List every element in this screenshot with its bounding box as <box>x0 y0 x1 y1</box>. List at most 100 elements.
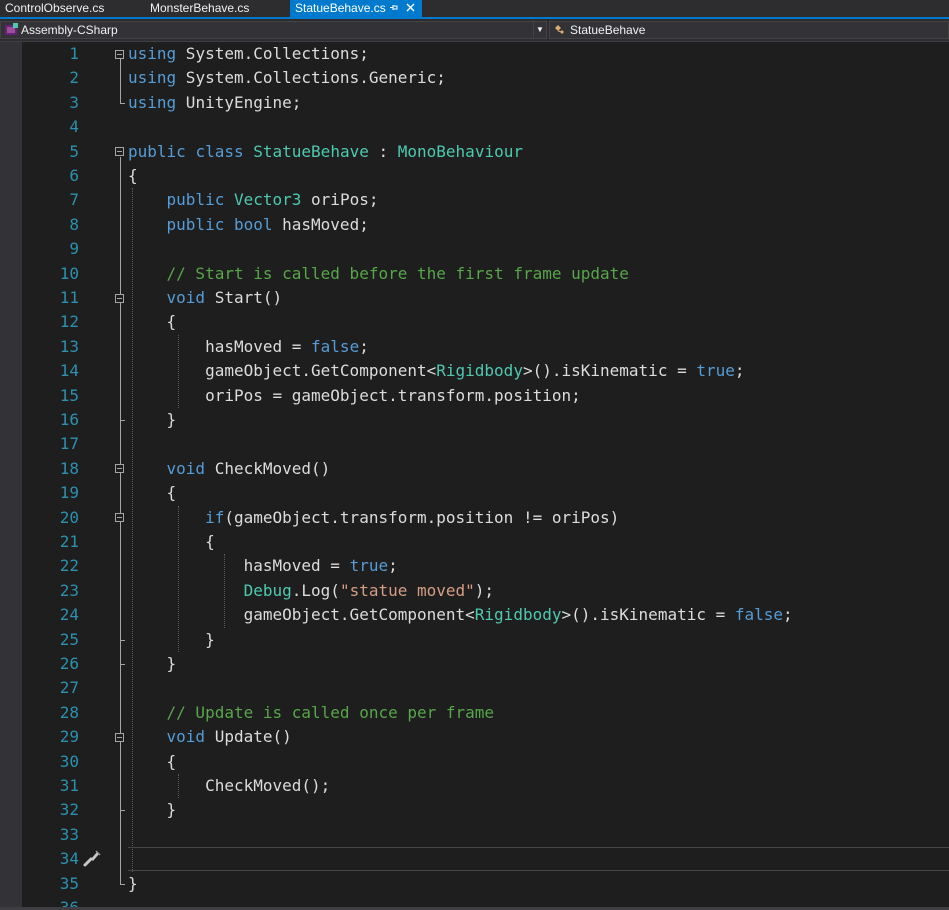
indent-guide <box>178 774 179 799</box>
code-line[interactable]: 18 void CheckMoved() <box>0 457 949 481</box>
code-text: } <box>128 408 177 432</box>
code-token: ; <box>783 605 793 625</box>
code-line[interactable]: 17 <box>0 432 949 456</box>
line-number: 16 <box>59 410 79 429</box>
code-line[interactable]: 11 void Start() <box>0 286 949 310</box>
code-line[interactable]: 35} <box>0 872 949 896</box>
code-token: CheckMoved() <box>205 458 331 478</box>
line-number: 35 <box>59 873 79 893</box>
outline-if-end <box>120 639 125 641</box>
code-line[interactable]: 27 <box>0 676 949 700</box>
code-token: class <box>195 141 244 161</box>
code-text: // Start is called before the first fram… <box>128 262 629 286</box>
collapse-usings-icon[interactable] <box>115 49 124 59</box>
line-number: 32 <box>59 800 79 820</box>
code-line[interactable]: 19 { <box>0 481 949 505</box>
code-token: } <box>128 873 138 893</box>
line-number: 9 <box>69 239 79 259</box>
code-line[interactable]: 21 { <box>0 530 949 554</box>
line-number: 21 <box>59 532 79 551</box>
project-dropdown[interactable]: Assembly-CSharp ▼ <box>0 21 547 39</box>
line-number: 10 <box>59 263 79 283</box>
collapse-checkmoved-icon[interactable] <box>115 464 124 474</box>
code-editor[interactable]: 1 using System.Collections; 2 using System.… <box>0 42 949 910</box>
code-line[interactable]: 15 oriPos = gameObject.transform.positio… <box>0 384 949 408</box>
code-token: { <box>128 532 215 551</box>
code-token: Start() <box>205 288 283 307</box>
code-line[interactable]: 29 void Update() <box>0 725 949 749</box>
navigation-bar: Assembly-CSharp ▼ StatueBehave <box>0 19 949 42</box>
line-number: 17 <box>59 434 79 454</box>
code-line[interactable]: 6{ <box>0 164 949 188</box>
line-number: 22 <box>59 556 79 576</box>
code-line[interactable]: 7 public Vector3 oriPos; <box>0 188 949 212</box>
outline-if <box>120 522 121 640</box>
code-line[interactable]: 33 <box>0 823 949 847</box>
chevron-down-icon[interactable]: ▼ <box>533 22 546 38</box>
line-number: 18 <box>59 458 79 478</box>
code-line[interactable]: 3 using UnityEngine; <box>0 91 949 115</box>
code-token: // Update is called once per frame <box>166 702 495 722</box>
code-token: (gameObject.transform.position != oriPos… <box>224 507 620 527</box>
code-line[interactable]: 32 } <box>0 798 949 822</box>
line-number: 7 <box>69 190 79 210</box>
code-line[interactable]: 20 if(gameObject.transform.position != o… <box>0 506 949 530</box>
code-line[interactable]: 30 { <box>0 750 949 774</box>
code-token: oriPos; <box>301 190 379 210</box>
code-line[interactable]: 13 hasMoved = false; <box>0 335 949 359</box>
collapse-if-icon[interactable] <box>115 513 124 523</box>
code-line[interactable]: 5 public class StatueBehave : MonoBehavio… <box>0 140 949 164</box>
outline-start-end <box>120 420 125 421</box>
code-token: oriPos = gameObject.transform.position; <box>128 385 581 405</box>
code-line[interactable]: 12 { <box>0 310 949 334</box>
code-token: : <box>368 141 398 161</box>
code-line[interactable]: 10 // Start is called before the first f… <box>0 262 949 286</box>
collapse-update-icon[interactable] <box>115 732 124 742</box>
class-icon <box>553 23 567 37</box>
code-token: } <box>128 410 177 429</box>
code-line[interactable]: 25 } <box>0 628 949 652</box>
code-token: Update() <box>205 727 292 747</box>
code-token: MonoBehaviour <box>397 141 523 161</box>
code-line[interactable]: 31 CheckMoved(); <box>0 774 949 798</box>
code-line[interactable]: 23 Debug.Log("statue moved"); <box>0 579 949 603</box>
code-line[interactable]: 22 hasMoved = true; <box>0 554 949 578</box>
line-number: 6 <box>69 166 79 185</box>
code-text: { <box>128 530 215 554</box>
code-text: using System.Collections.Generic; <box>128 66 446 90</box>
collapse-start-icon[interactable] <box>115 293 124 303</box>
code-line[interactable]: 26 } <box>0 652 949 676</box>
line-number: 25 <box>59 629 79 649</box>
pin-icon[interactable] <box>389 0 398 17</box>
code-line[interactable]: 2 using System.Collections.Generic; <box>0 66 949 90</box>
paintbrush-icon[interactable] <box>82 848 102 868</box>
code-token: "statue moved" <box>339 580 475 600</box>
code-line[interactable]: 24 gameObject.GetComponent<Rigidbody>().… <box>0 603 949 627</box>
code-text: public Vector3 oriPos; <box>128 188 379 212</box>
code-text: } <box>128 652 177 676</box>
code-text: hasMoved = true; <box>128 554 398 578</box>
code-line[interactable]: 4 <box>0 115 949 139</box>
code-token: ; <box>359 336 369 356</box>
close-icon[interactable] <box>406 0 415 17</box>
code-line[interactable]: 28 // Update is called once per frame <box>0 701 949 725</box>
code-token: >().isKinematic = <box>522 361 697 381</box>
outline-usings <box>120 59 121 103</box>
code-line[interactable]: 9 <box>0 237 949 261</box>
tab-monsterbehave[interactable]: MonsterBehave.cs <box>145 0 290 17</box>
code-line[interactable]: 14 gameObject.GetComponent<Rigidbody>().… <box>0 359 949 383</box>
line-number: 5 <box>69 141 79 161</box>
code-token: public <box>128 141 186 161</box>
collapse-class-icon[interactable] <box>115 147 124 157</box>
tab-statuebehave[interactable]: StatueBehave.cs <box>290 0 422 17</box>
code-line[interactable]: 16 } <box>0 408 949 432</box>
code-line[interactable]: 1 using System.Collections; <box>0 42 949 66</box>
code-line[interactable]: 8 public bool hasMoved; <box>0 213 949 237</box>
code-token: public <box>166 190 225 210</box>
type-dropdown[interactable]: StatueBehave <box>549 21 949 39</box>
code-token: ); <box>474 580 495 600</box>
code-token: { <box>128 312 177 332</box>
tab-controlobserve[interactable]: ControlObserve.cs <box>0 0 140 17</box>
